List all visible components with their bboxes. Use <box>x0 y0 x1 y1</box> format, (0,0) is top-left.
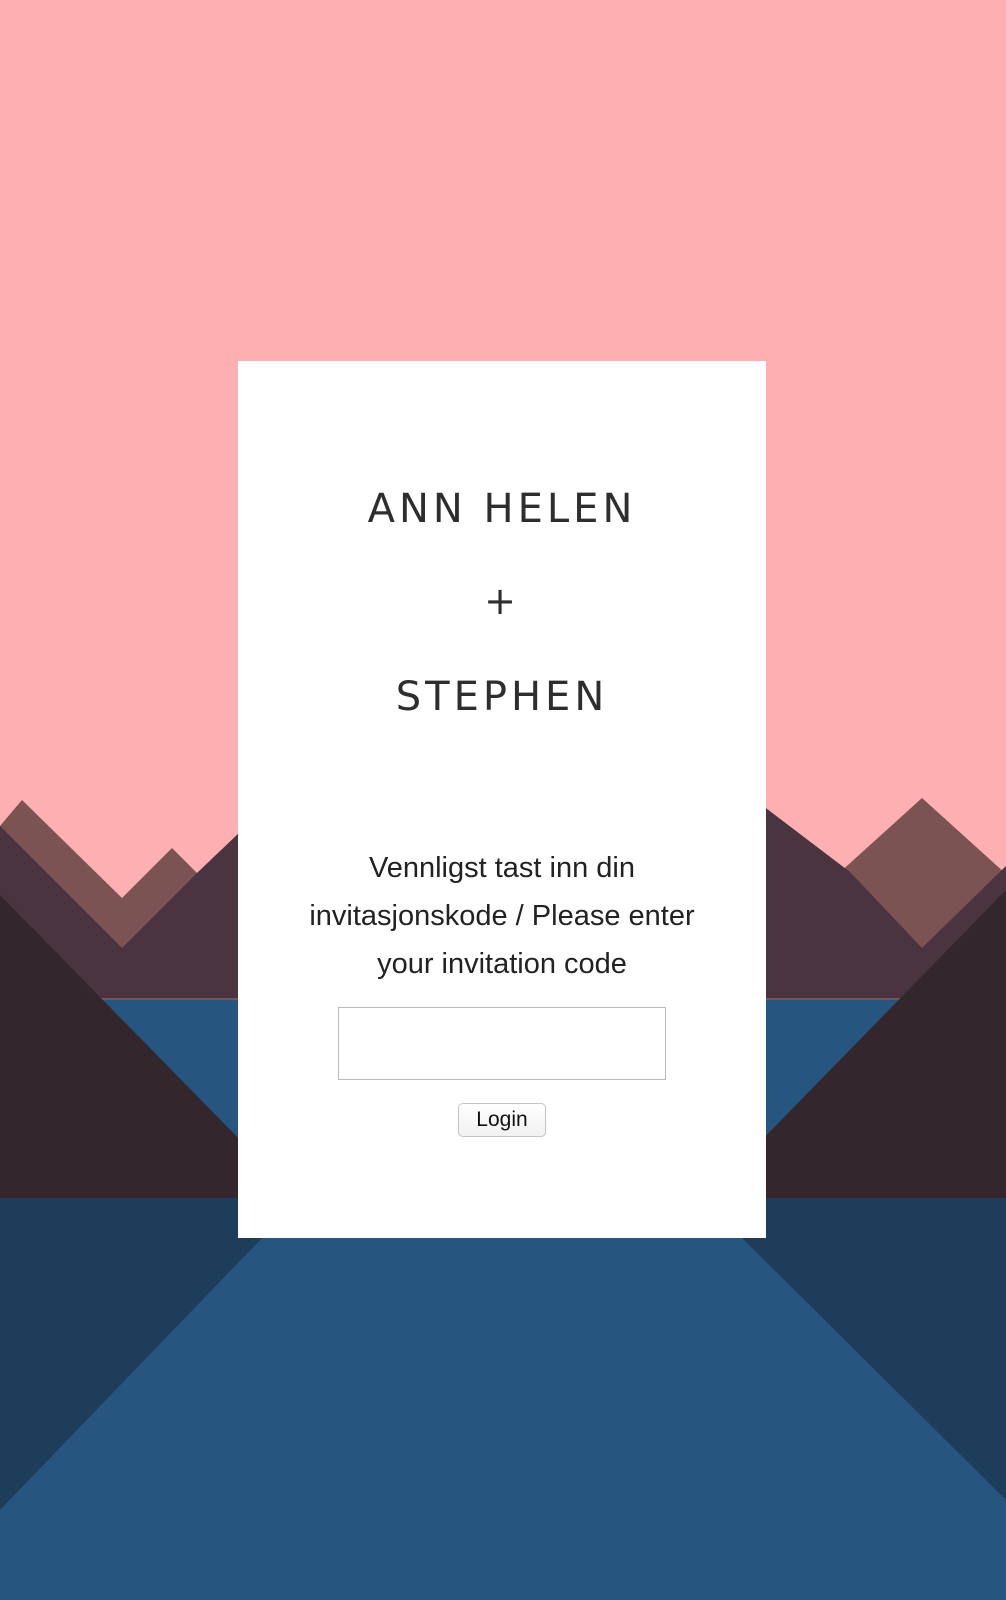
couple-name-first: ANN HELEN <box>367 486 637 532</box>
couple-name-second: STEPHEN <box>395 674 609 720</box>
login-button[interactable]: Login <box>458 1103 546 1137</box>
login-card: ANN HELEN + STEPHEN Vennligst tast inn d… <box>238 361 766 1238</box>
invitation-prompt: Vennligst tast inn din invitasjonskode /… <box>309 852 695 980</box>
invitation-code-input[interactable] <box>338 1007 666 1080</box>
plus-sign: + <box>484 579 520 623</box>
